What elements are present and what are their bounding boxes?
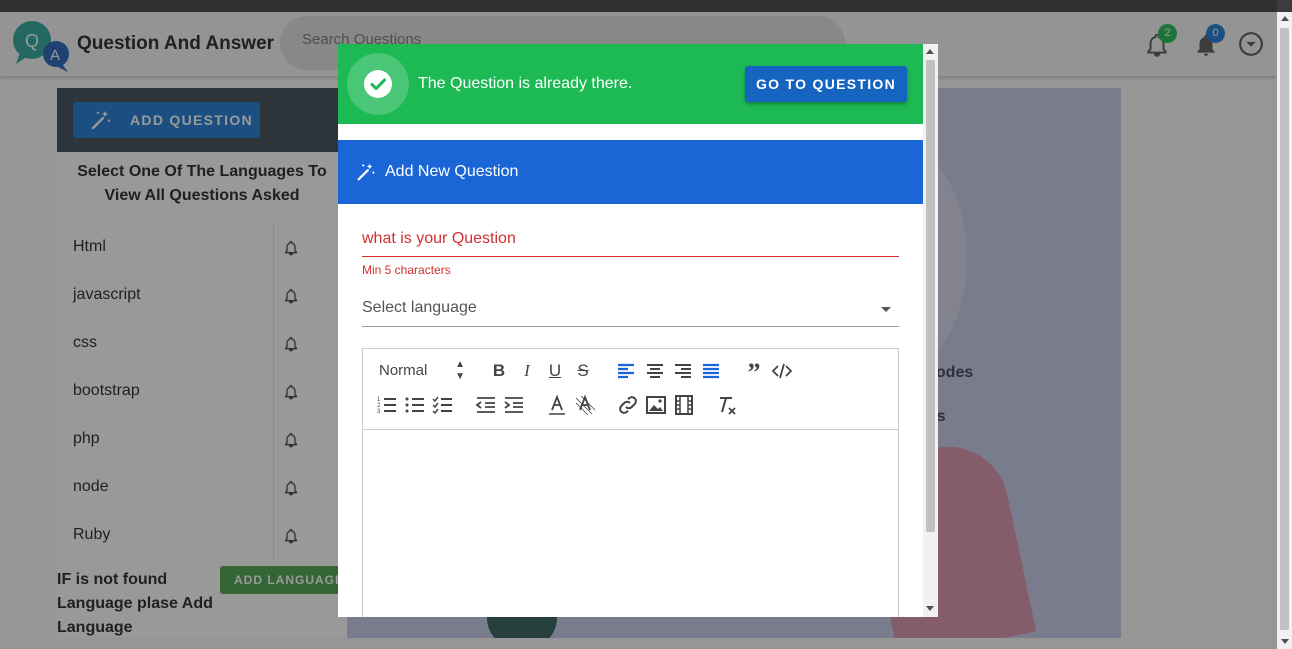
video-icon[interactable] [672,393,696,417]
dialog-header: Add New Question [338,140,923,204]
add-question-dialog: The Question is already there. GO TO QUE… [338,44,938,617]
updown-icon: ▲ ▼ [455,359,465,382]
question-input-placeholder: what is your Question [362,230,516,247]
scroll-up-icon[interactable] [1281,16,1289,21]
blockquote-icon[interactable]: ” [742,360,766,386]
background-color-icon[interactable] [573,393,597,417]
rich-text-editor: Normal ▲ ▼ B I U S ” 123 [362,348,899,617]
format-select[interactable]: Normal ▲ ▼ [379,359,469,383]
question-error-text: Min 5 characters [362,263,451,277]
question-input[interactable]: what is your Question [362,230,899,257]
scroll-down-icon[interactable] [1281,639,1289,644]
indent-icon[interactable] [502,393,526,417]
magic-wand-icon [357,163,375,181]
italic-icon[interactable]: I [515,359,539,383]
page-scrollbar[interactable] [1277,12,1292,649]
scroll-up-icon[interactable] [926,49,934,54]
check-circle-icon [347,53,409,115]
code-icon[interactable] [770,359,794,383]
align-center-icon[interactable] [643,359,667,383]
outdent-icon[interactable] [474,393,498,417]
link-icon[interactable] [616,393,640,417]
align-right-icon[interactable] [671,359,695,383]
clear-format-icon[interactable] [715,393,739,417]
dialog-title: Add New Question [385,163,519,180]
align-left-icon[interactable] [614,359,638,383]
language-select-placeholder: Select language [362,299,477,316]
go-to-question-button[interactable]: GO TO QUESTION [745,66,907,102]
bullet-list-icon[interactable] [403,393,427,417]
scroll-down-icon[interactable] [926,606,934,611]
scrollbar-thumb[interactable] [1280,28,1289,630]
success-alert: The Question is already there. GO TO QUE… [338,44,923,124]
align-justify-icon[interactable] [699,359,723,383]
editor-content-area[interactable] [363,430,898,617]
editor-toolbar: Normal ▲ ▼ B I U S ” 123 [363,349,898,430]
alert-message: The Question is already there. [418,75,633,92]
image-icon[interactable] [644,393,668,417]
dialog-scrollbar-thumb[interactable] [926,60,935,532]
bold-icon[interactable]: B [487,359,511,383]
language-select[interactable]: Select language [362,299,899,327]
strike-icon[interactable]: S [571,359,595,383]
svg-text:3: 3 [377,409,381,415]
underline-icon[interactable]: U [543,359,567,383]
check-list-icon[interactable] [431,393,455,417]
chevron-down-icon [881,307,891,312]
dialog-scrollbar[interactable] [923,44,938,617]
text-color-icon[interactable] [545,393,569,417]
ordered-list-icon[interactable]: 123 [375,393,399,417]
format-select-value: Normal [379,362,428,379]
